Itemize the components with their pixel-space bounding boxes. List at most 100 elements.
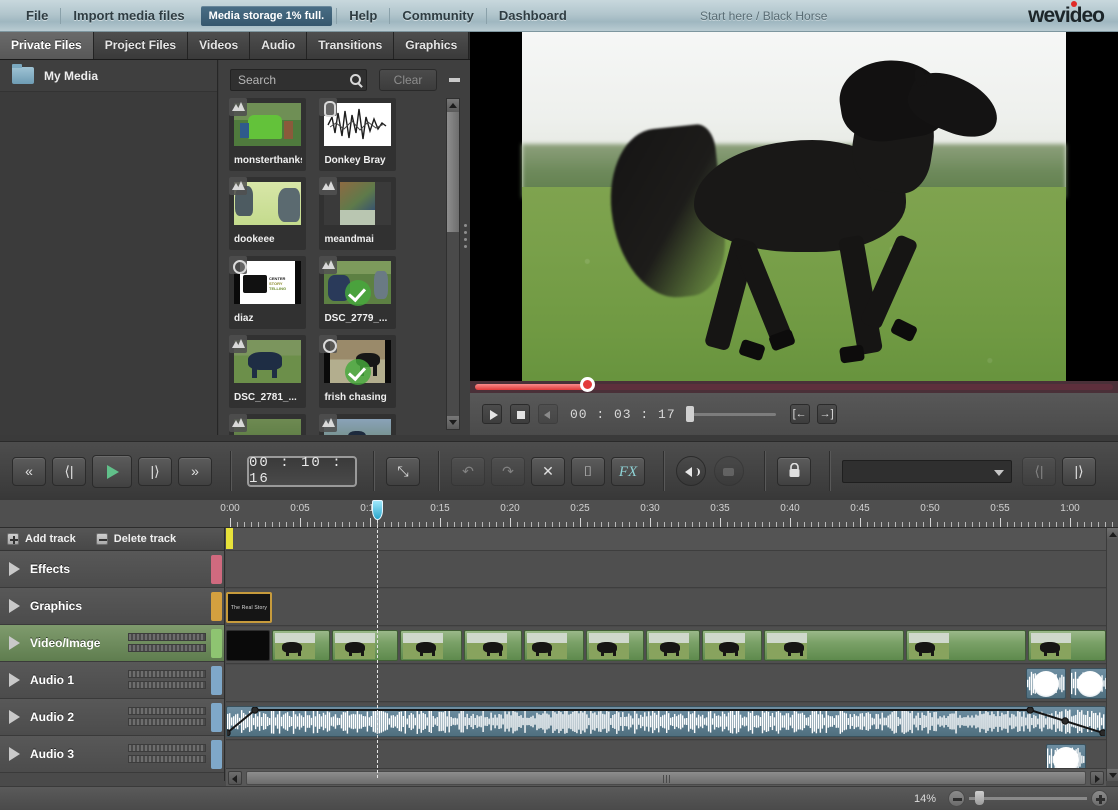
preview-play-button[interactable] — [482, 404, 502, 424]
mark-out-button[interactable]: →] — [817, 404, 837, 424]
video-preview[interactable]: 00 : 03 : 17 [← →] — [470, 32, 1118, 435]
media-item[interactable]: monsterthanks — [229, 98, 306, 171]
timeline-horizontal-scrollbar[interactable] — [226, 768, 1106, 786]
menu-item-community[interactable]: Community — [390, 0, 486, 32]
add-track-label[interactable]: Add track — [25, 533, 76, 545]
video-toggle-button[interactable] — [714, 456, 744, 486]
media-item[interactable]: meandmai — [319, 177, 396, 250]
mark-in-button[interactable]: [← — [790, 404, 810, 424]
zoom-slider-handle[interactable] — [975, 791, 984, 805]
panel-splitter-handle[interactable] — [462, 220, 469, 256]
timeline-tracks[interactable]: The Real Story — [226, 528, 1106, 781]
redo-button[interactable]: ↷ — [491, 457, 525, 486]
scrubber-track[interactable] — [475, 384, 1113, 390]
timeline-vertical-scrollbar[interactable] — [1106, 528, 1118, 781]
track-header-audio-1[interactable]: Audio 1 — [0, 662, 224, 699]
video-clip[interactable] — [906, 630, 1026, 661]
expand-arrow-icon[interactable] — [9, 562, 20, 576]
audio-clip[interactable] — [1070, 668, 1106, 699]
video-clip[interactable] — [272, 630, 330, 661]
zoom-in-icon[interactable] — [1091, 790, 1108, 807]
transition-select[interactable] — [842, 460, 1012, 483]
audio-toggle-button[interactable] — [676, 456, 706, 486]
folder-item-my-media[interactable]: My Media — [0, 60, 217, 92]
media-item[interactable]: DSC_2779_... — [319, 256, 396, 329]
preview-mute-button[interactable] — [538, 404, 558, 424]
audio-clip[interactable] — [226, 706, 1106, 737]
expand-arrow-icon[interactable] — [9, 599, 20, 613]
scroll-down-icon[interactable] — [1107, 769, 1118, 781]
video-clip[interactable] — [702, 630, 762, 661]
add-track-icon[interactable] — [7, 533, 19, 545]
video-clip[interactable] — [586, 630, 644, 661]
clear-button[interactable]: Clear — [379, 69, 437, 91]
media-item[interactable]: Donkey Bray — [319, 98, 396, 171]
expand-arrow-icon[interactable] — [9, 747, 20, 761]
split-clip-button[interactable]: ⌷ — [571, 457, 605, 486]
video-clip[interactable] — [764, 630, 904, 661]
tab-videos[interactable]: Videos — [188, 32, 250, 59]
zoom-out-icon[interactable] — [948, 790, 965, 807]
lane-video-image[interactable] — [226, 627, 1106, 664]
preview-stop-button[interactable] — [510, 404, 530, 424]
tab-audio[interactable]: Audio — [250, 32, 307, 59]
media-item[interactable]: CENTERSTORYTELLING diaz — [229, 256, 306, 329]
track-header-audio-3[interactable]: Audio 3 — [0, 736, 224, 773]
media-item[interactable] — [229, 414, 306, 435]
play-button[interactable] — [92, 455, 132, 488]
video-clip[interactable] — [524, 630, 584, 661]
lane-audio-2[interactable] — [226, 703, 1106, 740]
scroll-up-icon[interactable] — [447, 99, 459, 112]
track-header-graphics[interactable]: Graphics — [0, 588, 224, 625]
tab-project-files[interactable]: Project Files — [94, 32, 188, 59]
lane-effects[interactable] — [226, 551, 1106, 588]
expand-arrow-icon[interactable] — [9, 673, 20, 687]
scroll-left-icon[interactable] — [228, 771, 242, 785]
media-item[interactable]: frish chasing — [319, 335, 396, 408]
media-browser-scrollbar[interactable] — [446, 98, 460, 430]
video-clip[interactable] — [332, 630, 398, 661]
list-view-icon[interactable] — [448, 73, 462, 87]
track-header-video-image[interactable]: Video/Image — [0, 625, 224, 662]
media-item[interactable] — [319, 414, 396, 435]
prev-transition-button[interactable]: ⟨| — [1022, 457, 1056, 486]
menu-item-dashboard[interactable]: Dashboard — [487, 0, 579, 32]
video-clip[interactable] — [464, 630, 522, 661]
menu-item-file[interactable]: File — [14, 0, 60, 32]
skip-forward-button[interactable]: » — [178, 457, 212, 486]
scrollbar-thumb[interactable] — [246, 771, 1086, 785]
timeline-ruler[interactable]: 0:000:050:100:150:200:250:300:350:400:45… — [0, 500, 1118, 528]
video-clip[interactable] — [400, 630, 462, 661]
search-input[interactable] — [231, 70, 366, 90]
scroll-up-icon[interactable] — [1107, 528, 1118, 540]
scroll-right-icon[interactable] — [1090, 771, 1104, 785]
lane-graphics[interactable]: The Real Story — [226, 589, 1106, 626]
audio-clip[interactable] — [1026, 668, 1066, 699]
media-item[interactable]: dookeee — [229, 177, 306, 250]
graphics-clip[interactable]: The Real Story — [226, 592, 272, 623]
track-header-audio-2[interactable]: Audio 2 — [0, 699, 224, 736]
tab-transitions[interactable]: Transitions — [307, 32, 394, 59]
video-clip[interactable] — [646, 630, 700, 661]
zoom-slider[interactable] — [969, 797, 1087, 800]
timeline-playhead[interactable] — [372, 500, 383, 520]
fx-button[interactable]: FX — [611, 457, 645, 486]
skip-back-button[interactable]: « — [12, 457, 46, 486]
lock-button[interactable] — [777, 457, 811, 486]
tab-private-files[interactable]: Private Files — [0, 32, 94, 59]
step-back-button[interactable]: ⟨| — [52, 457, 86, 486]
tab-graphics[interactable]: Graphics — [394, 32, 469, 59]
delete-button[interactable]: ✕ — [531, 457, 565, 486]
menu-item-help[interactable]: Help — [337, 0, 389, 32]
menu-item-import-media-files[interactable]: Import media files — [61, 0, 196, 32]
search-box[interactable] — [230, 69, 367, 91]
delete-track-icon[interactable] — [96, 533, 108, 545]
expand-arrow-icon[interactable] — [9, 636, 20, 650]
preview-scrubber[interactable] — [470, 381, 1118, 393]
video-clip[interactable] — [226, 630, 270, 661]
lane-audio-1[interactable] — [226, 665, 1106, 702]
track-header-effects[interactable]: Effects — [0, 551, 224, 588]
media-storage-badge[interactable]: Media storage 1% full. — [201, 6, 333, 26]
undo-button[interactable]: ↶ — [451, 457, 485, 486]
video-clip[interactable] — [1028, 630, 1106, 661]
